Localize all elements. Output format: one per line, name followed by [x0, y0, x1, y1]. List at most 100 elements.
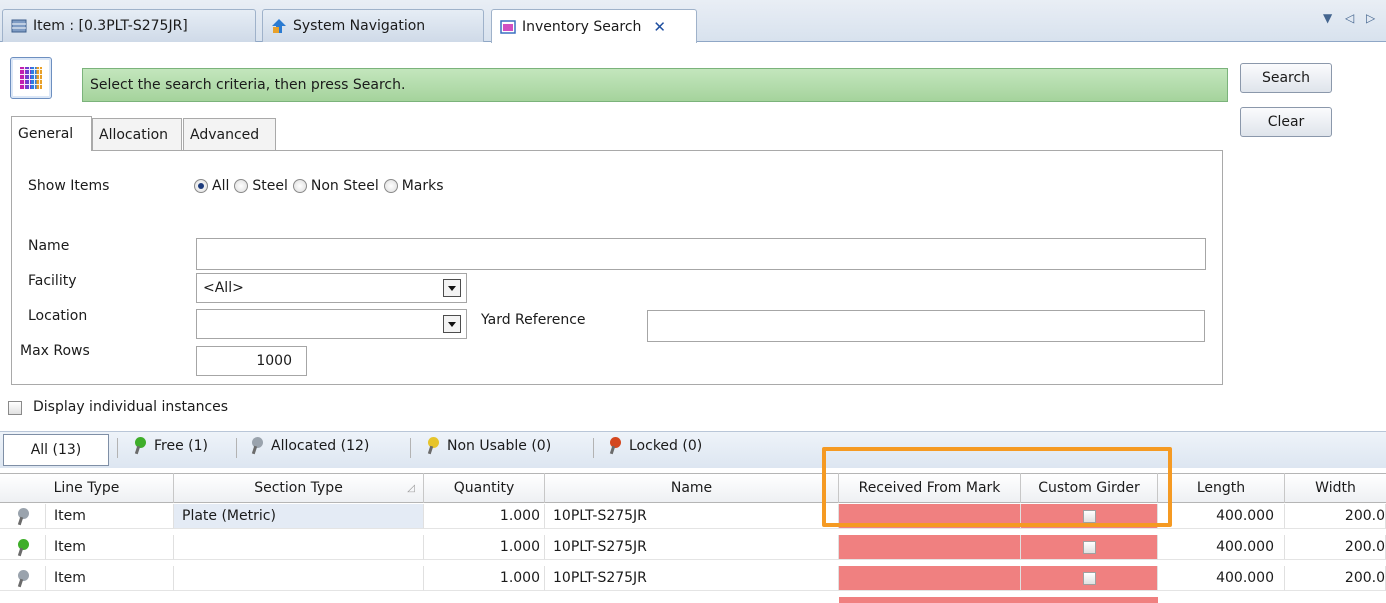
column-header-label: Section Type	[254, 480, 343, 496]
cell-length[interactable]: 400.000	[1158, 535, 1285, 560]
facility-label: Facility	[28, 273, 77, 289]
radio-label: All	[212, 178, 230, 194]
green-pin-icon	[17, 538, 29, 556]
row-status-cell	[0, 566, 46, 591]
tab-general[interactable]: General	[11, 116, 92, 151]
filter-non-usable[interactable]: Non Usable (0)	[427, 437, 552, 455]
cell-custom-girder[interactable]	[1021, 535, 1158, 560]
show-items-label: Show Items	[28, 178, 110, 194]
radio-label: Non Steel	[310, 178, 379, 194]
column-header-section-type[interactable]: Section Type ◿	[174, 473, 424, 503]
radio-button[interactable]	[234, 179, 249, 193]
cell-received-from-mark[interactable]	[839, 535, 1021, 560]
filter-allocated[interactable]: Allocated (12)	[251, 437, 370, 455]
cell-received-from-mark[interactable]	[839, 566, 1021, 591]
filter-label: Non Usable (0)	[447, 437, 552, 454]
tab-allocation[interactable]: Allocation	[92, 118, 182, 150]
custom-girder-checkbox[interactable]	[1082, 571, 1096, 585]
tab-list-dropdown-icon[interactable]: ▼	[1323, 11, 1332, 25]
filter-free[interactable]: Free (1)	[134, 437, 208, 455]
search-button[interactable]: Search	[1240, 63, 1332, 93]
location-label: Location	[28, 308, 88, 324]
tab-label: General	[18, 126, 74, 142]
divider	[593, 438, 594, 458]
cell-line-type[interactable]: Item	[46, 535, 174, 560]
doc-tab-inventory-search[interactable]: Inventory Search ✕	[491, 9, 697, 43]
cell-line-type[interactable]: Item	[46, 504, 174, 529]
cell-quantity[interactable]: 1.000	[424, 535, 545, 560]
grey-pin-icon	[17, 569, 29, 587]
name-label: Name	[28, 238, 70, 254]
cell-length[interactable]: 400.000	[1158, 566, 1285, 591]
scroll-right-icon[interactable]: ▷	[1366, 11, 1375, 25]
tab-label: Advanced	[190, 126, 260, 143]
tab-advanced[interactable]: Advanced	[183, 118, 276, 150]
location-select[interactable]	[196, 309, 467, 339]
radio-label: Marks	[401, 178, 444, 194]
table-icon	[11, 18, 27, 34]
radio-non-steel[interactable]: Non Steel	[292, 178, 379, 194]
cell-name[interactable]: 10PLT-S275JR	[545, 566, 839, 591]
filter-locked[interactable]: Locked (0)	[609, 437, 703, 455]
cell-name[interactable]: 10PLT-S275JR	[545, 504, 839, 529]
display-instances-checkbox[interactable]	[8, 401, 22, 415]
max-rows-input[interactable]: 1000	[196, 346, 307, 376]
radio-button[interactable]	[194, 179, 208, 193]
custom-girder-checkbox[interactable]	[1082, 540, 1096, 554]
cell-line-type[interactable]: Item	[46, 566, 174, 591]
cell-width[interactable]: 200.0	[1285, 535, 1386, 560]
column-header-quantity[interactable]: Quantity	[424, 473, 545, 503]
doc-tab-label: Item : [0.3PLT-S275JR]	[33, 18, 188, 34]
radio-all[interactable]: All	[194, 178, 229, 194]
sort-indicator-icon: ◿	[407, 482, 415, 494]
scroll-left-icon[interactable]: ◁	[1345, 11, 1354, 25]
cell-name[interactable]: 10PLT-S275JR	[545, 535, 839, 560]
window-icon	[500, 19, 516, 35]
radio-button[interactable]	[292, 179, 307, 193]
cell-section-type[interactable]	[174, 535, 424, 560]
column-header-length[interactable]: Length	[1158, 473, 1285, 503]
name-input[interactable]	[196, 238, 1206, 270]
divider	[117, 438, 118, 458]
filter-label: Free (1)	[154, 437, 208, 454]
doc-tab-item[interactable]: Item : [0.3PLT-S275JR]	[2, 9, 256, 42]
clear-button[interactable]: Clear	[1240, 107, 1332, 137]
close-icon[interactable]: ✕	[653, 18, 666, 36]
radio-steel[interactable]: Steel	[234, 178, 288, 194]
cell-custom-girder[interactable]	[1021, 566, 1158, 591]
cell-section-type[interactable]: Plate (Metric)	[174, 504, 424, 529]
chevron-down-icon[interactable]	[443, 279, 461, 297]
column-header-width[interactable]: Width	[1285, 473, 1386, 503]
max-rows-label: Max Rows	[20, 343, 90, 359]
filter-label: Locked (0)	[629, 437, 703, 454]
row-status-cell	[0, 504, 46, 529]
doc-tab-label: System Navigation	[293, 18, 426, 34]
red-pin-icon	[609, 437, 621, 455]
filter-all[interactable]: All (13)	[3, 434, 109, 466]
column-header-line-type[interactable]: Line Type	[0, 473, 174, 503]
yellow-pin-icon	[427, 437, 439, 455]
cell-length[interactable]: 400.000	[1158, 504, 1285, 529]
row-status-cell	[0, 535, 46, 560]
cell-quantity[interactable]: 1.000	[424, 566, 545, 591]
radio-label: Steel	[252, 178, 288, 194]
inventory-grid-icon	[10, 57, 52, 99]
radio-button[interactable]	[383, 179, 398, 193]
cell-width[interactable]: 200.0	[1285, 504, 1386, 529]
display-instances-label: Display individual instances	[33, 399, 229, 415]
instruction-bar: Select the search criteria, then press S…	[82, 68, 1228, 102]
cell-quantity[interactable]: 1.000	[424, 504, 545, 529]
facility-select[interactable]: <All>	[196, 273, 467, 303]
filter-label: Allocated (12)	[271, 437, 370, 454]
column-header-name[interactable]: Name	[545, 473, 839, 503]
chevron-down-icon[interactable]	[443, 315, 461, 333]
doc-tab-system-navigation[interactable]: System Navigation	[262, 9, 484, 42]
facility-value: <All>	[203, 280, 244, 296]
cell-section-type[interactable]	[174, 566, 424, 591]
cell-width[interactable]: 200.0	[1285, 566, 1386, 591]
radio-marks[interactable]: Marks	[383, 178, 444, 194]
partial-row-highlight	[839, 597, 1158, 603]
highlight-annotation-box	[822, 447, 1172, 527]
yard-reference-input[interactable]	[647, 310, 1205, 342]
green-pin-icon	[134, 437, 146, 455]
